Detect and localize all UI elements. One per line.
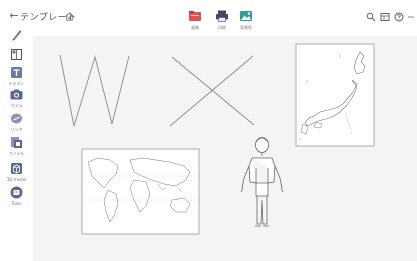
- letter-x-drawing[interactable]: [169, 55, 255, 127]
- world-map-image[interactable]: [81, 148, 200, 235]
- canvas-drawings: [59, 43, 375, 235]
- tools-icon: [10, 186, 23, 199]
- tool-label: リンク: [10, 127, 23, 132]
- tool-rail: テキスト カメラ リンク ファイル 3D model Tools: [0, 27, 33, 227]
- tool-label: ファイル: [8, 151, 25, 156]
- 3d-model-tool[interactable]: 3D model: [3, 161, 30, 182]
- file-icon: [11, 137, 22, 148]
- pen-tool[interactable]: [3, 27, 30, 43]
- letter-w-drawing[interactable]: [59, 54, 130, 127]
- file-tool[interactable]: ファイル: [3, 135, 30, 157]
- japan-map-image[interactable]: [295, 43, 375, 147]
- pen-icon: [12, 30, 22, 41]
- link-tool[interactable]: リンク: [3, 111, 30, 133]
- layout-tool[interactable]: [3, 47, 30, 63]
- layout-icon: [11, 49, 22, 60]
- text-tool[interactable]: テキスト: [3, 65, 30, 87]
- camera-tool[interactable]: カメラ: [3, 87, 30, 109]
- text-icon: [11, 67, 22, 78]
- 3d-model-icon: [11, 163, 22, 174]
- tool-label: カメラ: [10, 103, 23, 108]
- camera-icon: [10, 89, 23, 100]
- tool-label: 3D model: [6, 177, 27, 182]
- tool-label: Tools: [11, 201, 22, 206]
- link-icon: [11, 113, 22, 124]
- person-figure-image[interactable]: [240, 137, 284, 227]
- tools-tool[interactable]: Tools: [3, 185, 30, 206]
